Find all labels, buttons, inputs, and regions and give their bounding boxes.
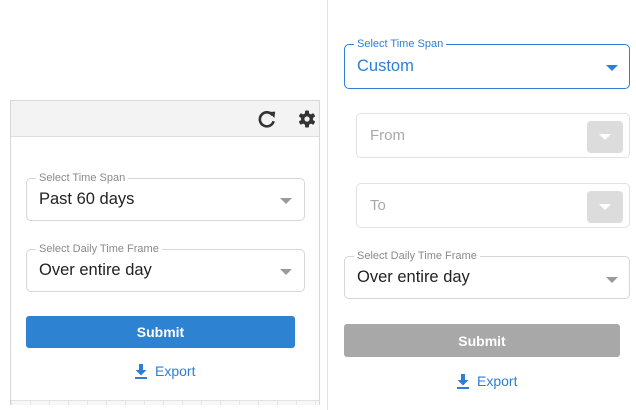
export-link[interactable]: Export xyxy=(134,363,195,379)
daily-time-frame-label: Select Daily Time Frame xyxy=(354,249,480,263)
chevron-down-icon xyxy=(599,134,611,140)
download-icon xyxy=(457,373,469,389)
daily-time-frame-label: Select Daily Time Frame xyxy=(36,242,162,256)
submit-button[interactable]: Submit xyxy=(26,316,295,348)
daily-time-frame-value: Over entire day xyxy=(39,261,152,279)
to-date-field[interactable]: To xyxy=(356,183,630,228)
daily-time-frame-value: Over entire day xyxy=(357,268,470,286)
to-placeholder: To xyxy=(370,197,386,214)
grid-divider xyxy=(11,400,319,405)
refresh-icon[interactable] xyxy=(257,109,277,129)
time-span-label: Select Time Span xyxy=(36,171,129,185)
panel-toolbar xyxy=(11,101,319,137)
time-filter-panel-right: Select Time Span Custom From To Select D… xyxy=(327,0,636,410)
time-span-value: Custom xyxy=(357,57,414,75)
gear-icon[interactable] xyxy=(297,109,317,129)
from-placeholder: From xyxy=(370,127,405,144)
time-filter-panel-left: Select Time Span Past 60 days Select Dai… xyxy=(10,100,320,405)
time-span-select[interactable]: Select Time Span Past 60 days xyxy=(26,171,305,221)
submit-button[interactable]: Submit xyxy=(344,324,620,357)
chevron-down-icon xyxy=(599,204,611,210)
time-span-value: Past 60 days xyxy=(39,190,135,208)
from-date-picker-button[interactable] xyxy=(587,121,623,153)
export-label: Export xyxy=(477,373,518,389)
chevron-down-icon xyxy=(606,277,618,283)
daily-time-frame-select[interactable]: Select Daily Time Frame Over entire day xyxy=(344,249,630,299)
time-span-select[interactable]: Select Time Span Custom xyxy=(344,37,630,89)
chevron-down-icon xyxy=(606,65,618,71)
chevron-down-icon xyxy=(280,269,292,275)
time-span-label: Select Time Span xyxy=(354,37,447,51)
export-link[interactable]: Export xyxy=(456,373,517,389)
export-label: Export xyxy=(155,363,196,379)
chevron-down-icon xyxy=(280,198,292,204)
to-date-picker-button[interactable] xyxy=(587,191,623,223)
from-date-field[interactable]: From xyxy=(356,113,630,158)
daily-time-frame-select[interactable]: Select Daily Time Frame Over entire day xyxy=(26,242,305,292)
download-icon xyxy=(135,363,147,379)
